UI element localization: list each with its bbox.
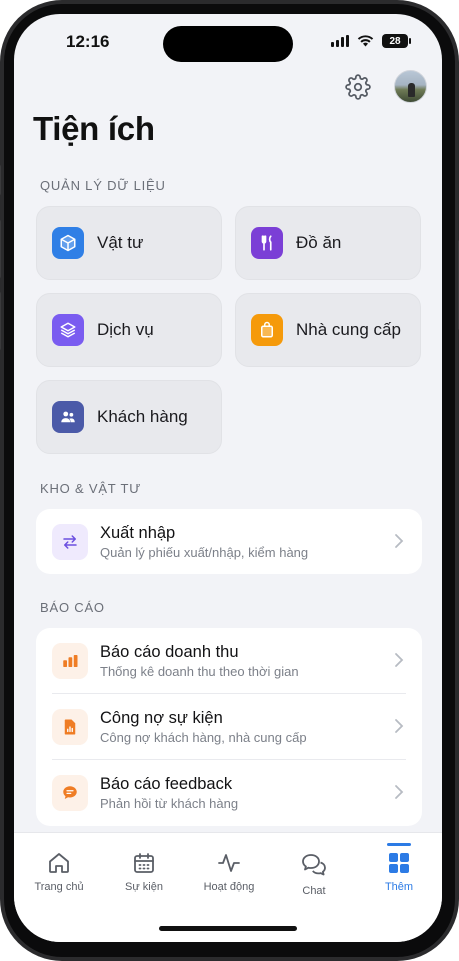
screen: 12:16 28 Tiện ích QUẢN LÝ DỮ LIỆU Vật tư… — [14, 14, 442, 942]
bar-chart-icon — [52, 642, 88, 679]
row-subtitle: Quản lý phiếu xuất/nhập, kiểm hàng — [100, 544, 309, 560]
phone-frame: 12:16 28 Tiện ích QUẢN LÝ DỮ LIỆU Vật tư… — [0, 0, 459, 961]
wifi-icon — [357, 35, 374, 47]
chat-bubble-icon — [52, 774, 88, 811]
chat-icon — [302, 854, 326, 876]
gear-icon[interactable] — [345, 74, 371, 100]
document-chart-icon — [52, 708, 88, 745]
chevron-right-icon — [395, 719, 404, 733]
section-label-data-management: QUẢN LÝ DỮ LIỆU — [40, 178, 166, 193]
tile-do-an[interactable]: Đồ ăn — [235, 206, 421, 280]
row-subtitle: Thống kê doanh thu theo thời gian — [100, 663, 299, 679]
row-title: Xuất nhập — [100, 523, 176, 542]
tile-label: Dịch vụ — [97, 320, 154, 339]
tab-label: Chat — [302, 885, 326, 897]
tab-them[interactable]: Thêm — [363, 851, 435, 893]
home-icon — [49, 853, 69, 873]
row-subtitle: Công nợ khách hàng, nhà cung cấp — [100, 729, 307, 745]
grid-icon — [389, 853, 409, 873]
page-title: Tiện ích — [33, 110, 155, 147]
chevron-right-icon — [395, 653, 404, 667]
users-icon — [52, 401, 84, 433]
tab-hoat-dong[interactable]: Hoạt động — [193, 851, 265, 893]
section-label-reports: BÁO CÁO — [40, 600, 105, 615]
activity-icon — [218, 854, 240, 872]
chevron-right-icon — [395, 785, 404, 799]
tile-label: Nhà cung cấp — [296, 320, 401, 339]
row-cong-no-su-kien[interactable]: Công nợ sự kiện Công nợ khách hàng, nhà … — [36, 694, 422, 759]
cellular-signal-icon — [331, 35, 349, 47]
row-xuat-nhap[interactable]: Xuất nhập Quản lý phiếu xuất/nhập, kiểm … — [36, 509, 422, 574]
status-icons: 28 — [331, 34, 411, 48]
row-subtitle: Phản hồi từ khách hàng — [100, 795, 239, 811]
layers-icon — [52, 314, 84, 346]
calendar-icon — [134, 853, 154, 873]
volume-down-button — [0, 292, 1, 350]
tile-khach-hang[interactable]: Khách hàng — [36, 380, 222, 454]
tile-vat-tu[interactable]: Vật tư — [36, 206, 222, 280]
dynamic-island — [163, 26, 293, 62]
tab-su-kien[interactable]: Sự kiện — [108, 851, 180, 893]
warehouse-card: Xuất nhập Quản lý phiếu xuất/nhập, kiểm … — [36, 509, 422, 574]
tab-label: Trang chủ — [34, 881, 84, 893]
fork-knife-icon — [251, 227, 283, 259]
row-title: Công nợ sự kiện — [100, 708, 223, 727]
tile-dich-vu[interactable]: Dịch vụ — [36, 293, 222, 367]
bag-icon — [251, 314, 283, 346]
tab-label: Thêm — [384, 881, 414, 893]
battery-icon: 28 — [382, 34, 411, 48]
row-bao-cao-feedback[interactable]: Báo cáo feedback Phản hồi từ khách hàng — [36, 760, 422, 825]
tab-label: Hoạt động — [203, 881, 255, 893]
tab-label: Sự kiện — [125, 881, 163, 893]
section-label-warehouse: KHO & VẬT TƯ — [40, 481, 142, 496]
box-icon — [52, 227, 84, 259]
tile-label: Đồ ăn — [296, 233, 342, 252]
mute-switch — [0, 165, 1, 195]
row-bao-cao-doanh-thu[interactable]: Báo cáo doanh thu Thống kê doanh thu the… — [36, 628, 422, 693]
tile-label: Vật tư — [97, 233, 144, 252]
tile-label: Khách hàng — [97, 407, 188, 426]
tab-chat[interactable]: Chat — [278, 851, 350, 897]
chevron-right-icon — [395, 534, 404, 548]
active-tab-indicator — [387, 843, 411, 846]
reports-card: Báo cáo doanh thu Thống kê doanh thu the… — [36, 628, 422, 826]
row-title: Báo cáo doanh thu — [100, 642, 239, 661]
home-indicator — [159, 926, 297, 931]
swap-arrows-icon — [52, 523, 88, 560]
row-title: Báo cáo feedback — [100, 774, 233, 793]
user-avatar[interactable] — [394, 70, 427, 103]
tab-trang-chu[interactable]: Trang chủ — [23, 851, 95, 893]
tile-nha-cung-cap[interactable]: Nhà cung cấp — [235, 293, 421, 367]
status-time: 12:16 — [66, 32, 110, 51]
volume-up-button — [0, 220, 1, 278]
